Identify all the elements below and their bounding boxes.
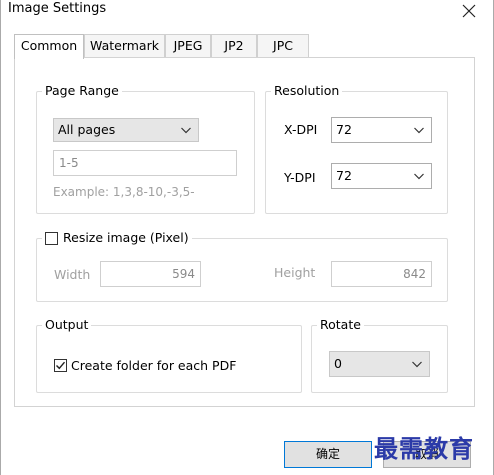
create-folder-label: Create folder for each PDF [71,358,237,373]
page-range-input[interactable]: 1-5 [53,150,237,176]
common-tab-panel: Page Range All pages 1-5 Example: 1,3,8-… [14,57,475,407]
title-bar: Image Settings [1,0,493,26]
close-icon [462,4,476,18]
chevron-down-icon [412,361,422,368]
create-folder-checkbox[interactable] [54,359,67,372]
width-label: Width [54,267,91,282]
tab-common[interactable]: Common [14,34,84,59]
resize-group: Resize image (Pixel) Width 594 Height 84… [36,230,448,302]
rotate-select[interactable]: 0 [329,351,430,377]
resize-header: Resize image (Pixel) [42,230,192,246]
height-label: Height [274,265,316,280]
tab-jpeg[interactable]: JPEG [165,34,211,58]
xdpi-label: X-DPI [284,122,318,137]
output-group: Output Create folder for each PDF [36,317,302,393]
ydpi-value: 72 [336,168,352,183]
resolution-group: Resolution X-DPI 72 Y-DPI 72 [265,83,448,214]
output-label: Output [42,317,92,332]
ydpi-label: Y-DPI [284,170,316,185]
page-range-label: Page Range [42,83,122,98]
rotate-value: 0 [334,356,342,371]
resize-label: Resize image (Pixel) [63,230,189,245]
width-input[interactable]: 594 [100,261,201,287]
xdpi-select[interactable]: 72 [331,117,432,143]
tab-jpc[interactable]: JPC [257,34,309,58]
watermark-text: 最需教育 [374,434,474,463]
rotate-group: Rotate 0 [311,317,448,393]
tab-jp2[interactable]: JP2 [211,34,257,58]
page-range-select-value: All pages [58,122,116,137]
rotate-label: Rotate [317,317,364,332]
page-range-select[interactable]: All pages [53,118,199,142]
close-button[interactable] [459,1,479,21]
tab-watermark[interactable]: Watermark [84,34,165,58]
xdpi-value: 72 [336,122,352,137]
resolution-label: Resolution [271,83,343,98]
page-range-group: Page Range All pages 1-5 Example: 1,3,8-… [36,83,255,214]
height-input[interactable]: 842 [331,261,432,287]
dialog-title: Image Settings [8,1,107,16]
chevron-down-icon [414,173,424,180]
image-settings-dialog: Image Settings Common Watermark JPEG JP2… [0,0,494,475]
chevron-down-icon [414,127,424,134]
page-range-example: Example: 1,3,8-10,-3,5- [53,185,195,199]
checkmark-icon [56,361,66,370]
ydpi-select[interactable]: 72 [331,163,432,189]
chevron-down-icon [181,127,191,134]
resize-checkbox[interactable] [45,232,58,245]
ok-button[interactable]: 确定 [284,441,372,468]
